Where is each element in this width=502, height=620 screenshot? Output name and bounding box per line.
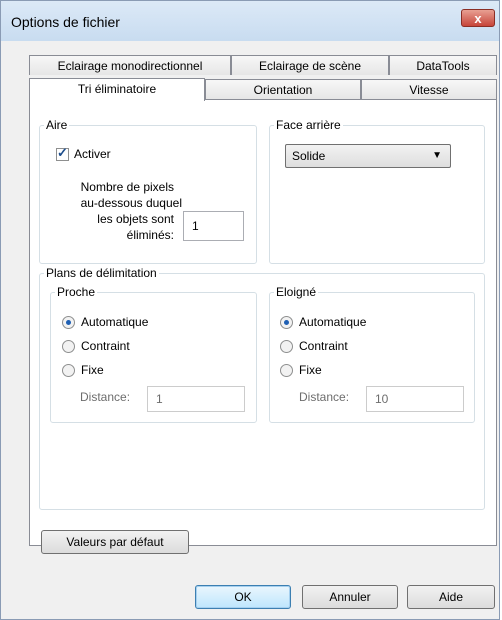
- tab-panel: Aire Activer Nombre de pixels au-dessous…: [29, 99, 497, 554]
- face-arriere-legend: Face arrière: [276, 118, 341, 132]
- proche-distance-label: Distance:: [80, 390, 131, 404]
- eloigne-legend: Eloigné: [276, 285, 317, 299]
- tab-label: Eclairage de scène: [258, 59, 362, 73]
- eloigne-distance-input[interactable]: 10: [366, 386, 464, 412]
- close-icon: x: [474, 11, 482, 26]
- proche-automatique-radio[interactable]: [62, 316, 75, 329]
- pixels-label-line4: éliminés:: [126, 228, 174, 242]
- tab-eclairage-de-scene[interactable]: Eclairage de scène: [231, 55, 389, 75]
- eloigne-fixe-radio[interactable]: [280, 364, 293, 377]
- cancel-button[interactable]: Annuler: [302, 585, 398, 609]
- file-options-dialog: Options de fichier x Eclairage monodirec…: [0, 0, 500, 620]
- title-bar: Options de fichier x: [1, 1, 499, 41]
- help-button[interactable]: Aide: [407, 585, 495, 609]
- pixels-input[interactable]: 1: [183, 211, 244, 241]
- face-arriere-value: Solide: [292, 149, 326, 163]
- pixels-label-line1: Nombre de pixels: [80, 180, 174, 194]
- pixels-label-line2: au-dessous duquel: [80, 196, 182, 210]
- activer-checkbox[interactable]: [56, 145, 69, 161]
- dropdown-arrow-icon: ▼: [432, 150, 442, 161]
- tab-label: Tri éliminatoire: [77, 82, 157, 96]
- eloigne-contraint-radio[interactable]: [280, 340, 293, 353]
- proche-distance-input[interactable]: 1: [147, 386, 245, 412]
- tab-eclairage-monodirectionnel[interactable]: Eclairage monodirectionnel: [29, 55, 231, 75]
- restore-defaults-button[interactable]: Valeurs par défaut: [41, 530, 189, 554]
- proche-fixe-label: Fixe: [81, 363, 104, 377]
- tab-label: DataTools: [416, 59, 470, 73]
- eloigne-fixe-label: Fixe: [299, 363, 322, 377]
- eloigne-distance-label: Distance:: [299, 390, 350, 404]
- activer-label: Activer: [74, 147, 111, 161]
- tab-vitesse[interactable]: Vitesse: [361, 79, 497, 99]
- tab-label: Eclairage monodirectionnel: [57, 59, 203, 73]
- tab-datatools[interactable]: DataTools: [389, 55, 497, 75]
- proche-contraint-label: Contraint: [81, 339, 130, 353]
- face-arriere-select[interactable]: Solide ▼: [285, 144, 451, 168]
- eloigne-automatique-label: Automatique: [299, 315, 367, 329]
- eloigne-contraint-label: Contraint: [299, 339, 348, 353]
- tab-label: Vitesse: [409, 83, 449, 97]
- face-arriere-group: Face arrière: [269, 118, 485, 264]
- tab-orientation[interactable]: Orientation: [205, 79, 361, 99]
- proche-legend: Proche: [57, 285, 96, 299]
- window-title: Options de fichier: [11, 14, 120, 30]
- tab-label: Orientation: [253, 83, 313, 97]
- plans-legend: Plans de délimitation: [46, 266, 157, 280]
- proche-contraint-radio[interactable]: [62, 340, 75, 353]
- eloigne-automatique-radio[interactable]: [280, 316, 293, 329]
- ok-button[interactable]: OK: [195, 585, 291, 609]
- aire-legend: Aire: [46, 118, 68, 132]
- proche-automatique-label: Automatique: [81, 315, 149, 329]
- pixels-label-line3: les objets sont: [97, 212, 174, 226]
- close-button[interactable]: x: [461, 9, 495, 27]
- proche-fixe-radio[interactable]: [62, 364, 75, 377]
- tab-tri-eliminatoire[interactable]: Tri éliminatoire: [29, 78, 205, 101]
